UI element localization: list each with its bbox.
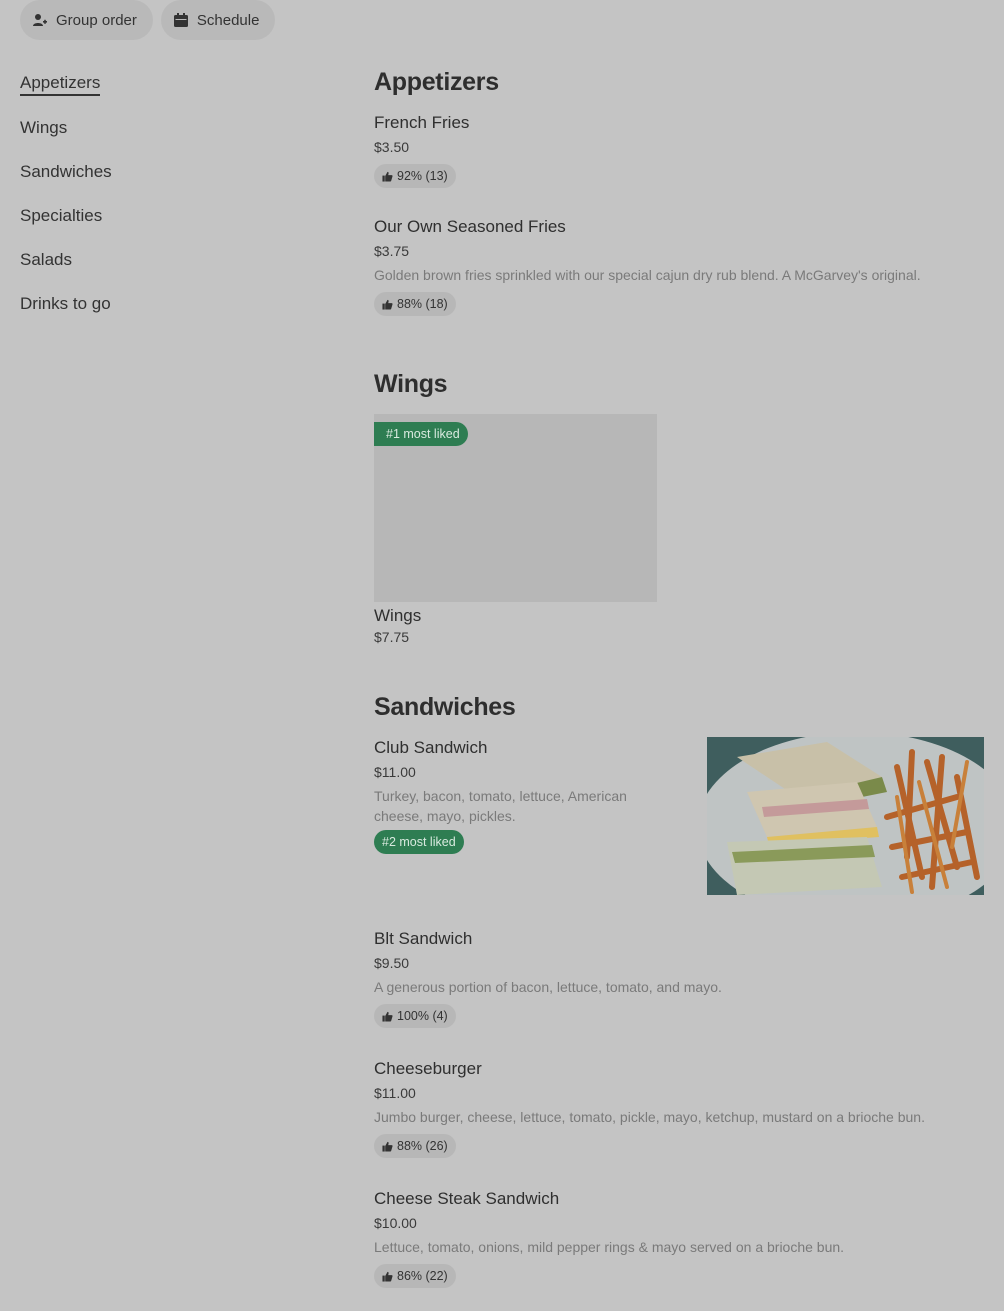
thumbs-up-icon [382, 171, 393, 182]
person-add-icon [33, 14, 47, 26]
rating-badge: 86% (22) [374, 1264, 456, 1288]
item-description: Golden brown fries sprinkled with our sp… [374, 267, 921, 283]
item-price: $11.00 [374, 1085, 416, 1101]
thumbs-up-icon [382, 1011, 393, 1022]
menu-item-seasoned-fries[interactable]: Our Own Seasoned Fries $3.75 Golden brow… [374, 216, 974, 316]
item-description: A generous portion of bacon, lettuce, to… [374, 979, 722, 995]
item-name: Cheeseburger [374, 1059, 482, 1078]
thumbs-up-icon [382, 299, 393, 310]
item-name: Our Own Seasoned Fries [374, 217, 566, 236]
group-order-label: Group order [56, 11, 137, 29]
item-price: $11.00 [374, 764, 416, 780]
menu-item-club-sandwich[interactable]: Club Sandwich $11.00 Turkey, bacon, toma… [374, 737, 984, 895]
rating-text: 100% (4) [397, 1009, 448, 1023]
most-liked-badge: #2 most liked [374, 830, 464, 854]
menu-item-cheese-steak-sandwich[interactable]: Cheese Steak Sandwich $10.00 Lettuce, to… [374, 1188, 974, 1288]
item-price: $3.75 [374, 243, 410, 259]
rating-text: 92% (13) [397, 169, 448, 183]
nav-item-specialties[interactable]: Specialties [20, 194, 320, 238]
nav-item-sandwiches[interactable]: Sandwiches [20, 150, 320, 194]
section-title-wings: Wings [374, 370, 448, 398]
club-sandwich-photo [707, 737, 984, 895]
item-description: Jumbo burger, cheese, lettuce, tomato, p… [374, 1109, 925, 1125]
item-name: Club Sandwich [374, 738, 488, 757]
rating-badge: 88% (26) [374, 1134, 456, 1158]
menu-item-cheeseburger[interactable]: Cheeseburger $11.00 Jumbo burger, cheese… [374, 1058, 974, 1158]
menu-content: Appetizers French Fries $3.50 92% (13) O… [374, 62, 984, 1288]
schedule-label: Schedule [196, 11, 260, 29]
item-name: Blt Sandwich [374, 929, 473, 948]
thumbs-up-icon [382, 1141, 393, 1152]
top-actions: Group order Schedule [20, 0, 276, 40]
item-name: French Fries [374, 113, 470, 132]
item-price: $7.75 [374, 629, 410, 645]
item-price: $3.50 [374, 139, 410, 155]
calendar-icon [173, 13, 188, 27]
item-description: Turkey, bacon, tomato, lettuce, American… [374, 788, 627, 824]
item-name: Wings [374, 606, 422, 625]
thumbs-up-icon [382, 1271, 393, 1282]
schedule-button[interactable]: Schedule [160, 0, 276, 40]
category-nav: Appetizers Wings Sandwiches Specialties … [20, 62, 320, 326]
group-order-button[interactable]: Group order [20, 0, 153, 40]
nav-item-appetizers[interactable]: Appetizers [20, 62, 320, 106]
item-image-placeholder: #1 most liked [374, 414, 657, 602]
rating-badge: 100% (4) [374, 1004, 456, 1028]
rating-text: 88% (18) [397, 297, 448, 311]
nav-item-drinks-to-go[interactable]: Drinks to go [20, 282, 320, 326]
item-price: $10.00 [374, 1215, 417, 1231]
item-price: $9.50 [374, 955, 410, 971]
rating-badge: 92% (13) [374, 164, 456, 188]
rating-text: 88% (26) [397, 1139, 448, 1153]
menu-item-blt-sandwich[interactable]: Blt Sandwich $9.50 A generous portion of… [374, 928, 974, 1028]
menu-item-french-fries[interactable]: French Fries $3.50 92% (13) [374, 112, 974, 188]
rating-text: 86% (22) [397, 1269, 448, 1283]
section-title-appetizers: Appetizers [374, 68, 499, 96]
item-name: Cheese Steak Sandwich [374, 1189, 560, 1208]
nav-item-salads[interactable]: Salads [20, 238, 320, 282]
menu-item-wings[interactable]: #1 most liked Wings $7.75 [374, 414, 974, 647]
most-liked-badge: #1 most liked [374, 422, 468, 446]
rating-badge: 88% (18) [374, 292, 456, 316]
section-title-sandwiches: Sandwiches [374, 693, 516, 721]
sandwich-and-fries-image [707, 737, 984, 895]
nav-item-wings[interactable]: Wings [20, 106, 320, 150]
item-description: Lettuce, tomato, onions, mild pepper rin… [374, 1239, 845, 1255]
